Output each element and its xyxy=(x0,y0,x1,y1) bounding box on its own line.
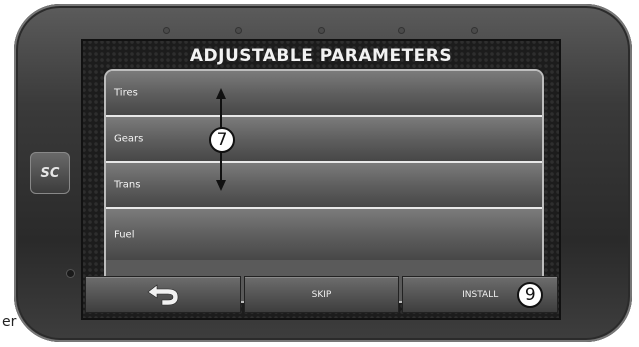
bezel-dot xyxy=(399,28,404,33)
bezel-dot xyxy=(319,28,324,33)
bezel-dot xyxy=(472,28,477,33)
back-arrow-icon xyxy=(147,283,179,305)
parameter-list[interactable]: Tires Gears Trans Fuel xyxy=(104,69,544,303)
parameter-label: Trans xyxy=(114,179,141,191)
parameter-label: Fuel xyxy=(114,229,135,240)
callout-install: 9 xyxy=(517,282,544,308)
install-button[interactable]: INSTALL 9 xyxy=(402,276,559,313)
page-text-fragment: er xyxy=(2,314,17,330)
screen-title: ADJUSTABLE PARAMETERS xyxy=(189,46,453,66)
arrow-up-icon xyxy=(216,88,226,99)
light-sensor xyxy=(67,270,74,277)
arrow-down-icon xyxy=(216,180,226,191)
parameter-row-trans[interactable]: Trans xyxy=(106,163,542,209)
parameter-row-tires[interactable]: Tires xyxy=(106,71,542,117)
bezel-dot xyxy=(164,28,169,33)
parameter-label: Tires xyxy=(114,87,138,99)
bezel-dot xyxy=(236,28,241,33)
button-bar: SKIP INSTALL 9 xyxy=(85,276,559,313)
back-button[interactable] xyxy=(85,276,241,313)
install-label: INSTALL xyxy=(462,289,499,300)
parameter-label: Gears xyxy=(114,133,144,145)
device-screen: ADJUSTABLE PARAMETERS Tires Gears Trans … xyxy=(81,39,561,320)
brand-logo: SC xyxy=(30,152,70,194)
skip-button[interactable]: SKIP xyxy=(243,276,400,313)
callout-scroll: 7 xyxy=(209,127,235,153)
parameter-row-fuel[interactable]: Fuel xyxy=(106,209,542,260)
parameter-row-gears[interactable]: Gears xyxy=(106,117,542,163)
